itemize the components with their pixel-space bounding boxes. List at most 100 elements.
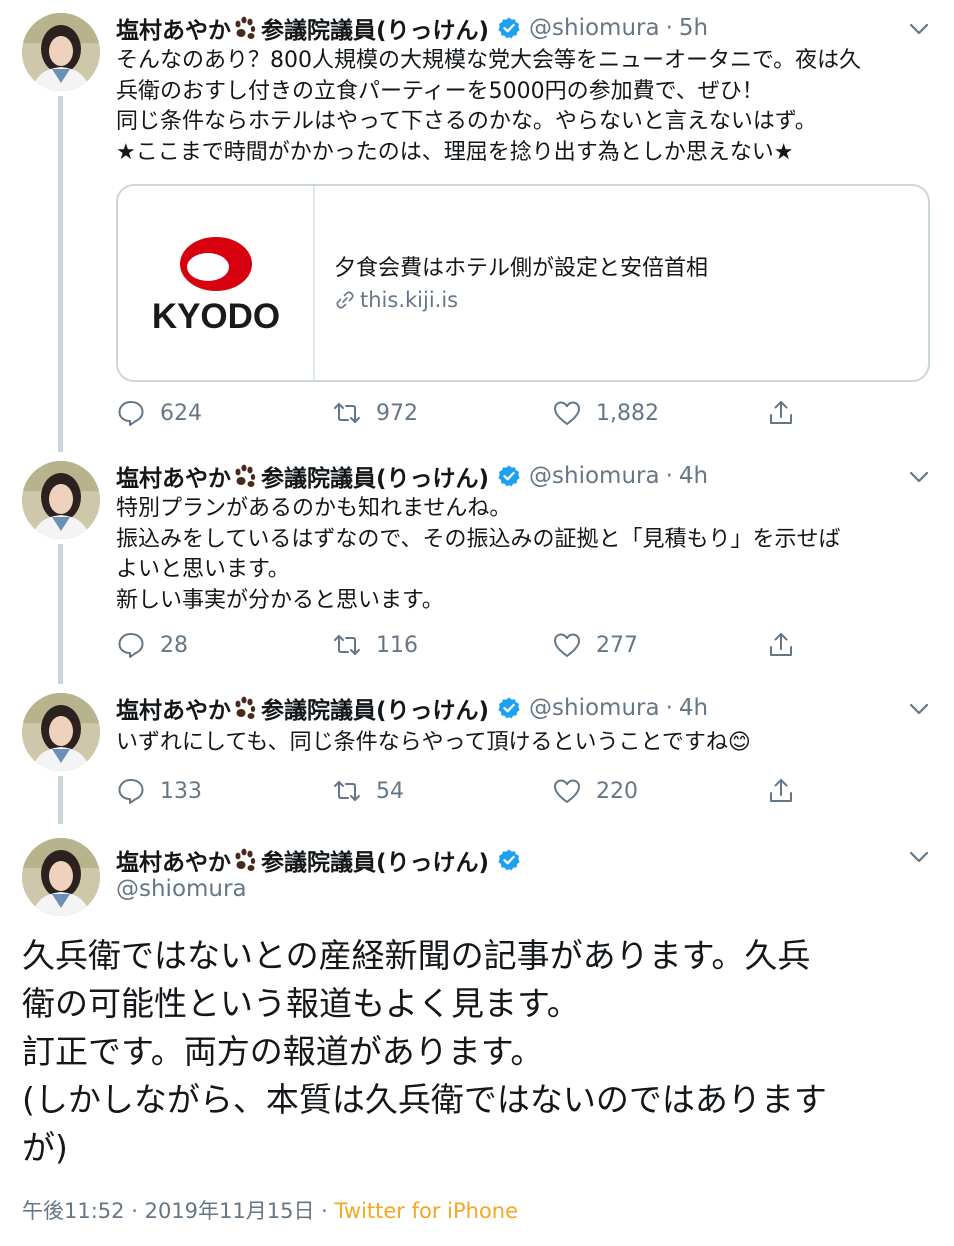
tweet-date[interactable]: 2019年11月15日 bbox=[145, 1199, 315, 1223]
tweet-text-line: 兵衛のおすし付きの立食パーティーを5000円の参加費で、ぜひ！ bbox=[116, 78, 764, 104]
retweet-button[interactable]: 972 bbox=[332, 396, 418, 430]
display-name-suffix[interactable]: 参議院議員(りっけん) bbox=[261, 11, 489, 45]
thread-connector bbox=[58, 776, 63, 824]
reply-count: 28 bbox=[160, 632, 188, 658]
smiling-face-emoji: 😊 bbox=[727, 730, 751, 755]
kyodo-logo-text: KYODO bbox=[152, 297, 280, 336]
card-title[interactable]: 夕食会費はホテル側が設定と安倍首相 bbox=[334, 250, 708, 282]
separator-dot: · bbox=[321, 1199, 328, 1223]
tweet-header: 塩村あやか 参議院議員(りっけん) @shiomura · 4h bbox=[116, 690, 708, 726]
tweet-text-line: 訂正です。両方の報道があります。 bbox=[22, 1032, 544, 1071]
separator-dot: · bbox=[665, 463, 673, 489]
tweet-text-content: いずれにしても、同じ条件ならやって頂けるということですね bbox=[116, 730, 728, 755]
display-name[interactable]: 塩村あやか bbox=[116, 691, 231, 725]
retweet-count: 116 bbox=[376, 632, 418, 658]
display-name[interactable]: 塩村あやか bbox=[116, 459, 231, 493]
display-name[interactable]: 塩村あやか bbox=[116, 843, 231, 877]
chevron-down-icon[interactable] bbox=[906, 844, 932, 870]
share-icon bbox=[766, 398, 796, 428]
card-domain[interactable]: this.kiji.is bbox=[334, 288, 458, 312]
tweet-text-line: 特別プランがあるのかも知れませんね。 bbox=[116, 496, 512, 521]
tweet-text-line: が) bbox=[22, 1128, 68, 1167]
reply-button[interactable]: 28 bbox=[116, 628, 188, 662]
user-handle[interactable]: @shiomura bbox=[529, 15, 660, 41]
tweet-source-link[interactable]: Twitter for iPhone bbox=[335, 1199, 519, 1223]
share-button[interactable] bbox=[766, 774, 796, 808]
retweet-count: 972 bbox=[376, 400, 418, 426]
tweet-text-line: 同じ条件ならホテルはやって下さるのかな。やらないと言えないはず。 bbox=[116, 109, 817, 134]
tweet-text: いずれにしても、同じ条件ならやって頂けるということですね😊 bbox=[116, 728, 926, 759]
retweet-icon bbox=[332, 776, 362, 806]
thread-connector bbox=[58, 96, 63, 452]
paw-icon bbox=[233, 464, 259, 488]
share-button[interactable] bbox=[766, 396, 796, 430]
tweet-text-line: (しかしながら、本質は久兵衛ではないのではあります bbox=[22, 1080, 827, 1119]
user-handle[interactable]: @shiomura bbox=[529, 463, 660, 489]
like-button[interactable]: 1,882 bbox=[552, 396, 659, 430]
paw-icon bbox=[233, 16, 259, 40]
verified-badge-icon bbox=[497, 848, 521, 872]
avatar[interactable] bbox=[22, 461, 100, 539]
avatar[interactable] bbox=[22, 693, 100, 771]
tweet-header: 塩村あやか 参議院議員(りっけん) @shiomura · 4h bbox=[116, 458, 708, 494]
reply-icon bbox=[116, 398, 146, 428]
reply-icon bbox=[116, 776, 146, 806]
tweet-actions: 624 972 1,882 bbox=[116, 396, 816, 430]
tweet-text-line: そんなのあり？800人規模の大規模な党大会等をニューオータニで。夜は久 bbox=[116, 48, 862, 73]
separator-dot: · bbox=[665, 695, 673, 721]
tweet-time[interactable]: 4h bbox=[679, 695, 708, 721]
reply-button[interactable]: 133 bbox=[116, 774, 202, 808]
paw-icon bbox=[233, 696, 259, 720]
avatar[interactable] bbox=[22, 13, 100, 91]
share-icon bbox=[766, 630, 796, 660]
retweet-button[interactable]: 116 bbox=[332, 628, 418, 662]
heart-icon bbox=[552, 630, 582, 660]
display-name-suffix[interactable]: 参議院議員(りっけん) bbox=[261, 459, 489, 493]
reply-count: 133 bbox=[160, 778, 202, 804]
share-icon bbox=[766, 776, 796, 806]
link-card[interactable]: KYODO 夕食会費はホテル側が設定と安倍首相 this.kiji.is bbox=[116, 184, 930, 382]
chevron-down-icon[interactable] bbox=[906, 696, 932, 722]
tweet-header: 塩村あやか 参議院議員(りっけん) @shiomura · 5h bbox=[116, 10, 708, 46]
avatar[interactable] bbox=[22, 838, 100, 916]
card-domain-text: this.kiji.is bbox=[360, 288, 459, 312]
tweet-text-line: よいと思います。 bbox=[116, 557, 290, 582]
like-button[interactable]: 220 bbox=[552, 774, 638, 808]
retweet-icon bbox=[332, 398, 362, 428]
display-name-suffix[interactable]: 参議院議員(りっけん) bbox=[261, 691, 489, 725]
share-button[interactable] bbox=[766, 628, 796, 662]
like-count: 220 bbox=[596, 778, 638, 804]
retweet-icon bbox=[332, 630, 362, 660]
tweet-text: 特別プランがあるのかも知れませんね。 振込みをしているはずなので、その振込みの証… bbox=[116, 494, 926, 616]
tweet-text-line: ★ここまで時間がかかったのは、理屈を捻り出す為としか思えない★ bbox=[116, 139, 794, 165]
user-handle[interactable]: @shiomura bbox=[116, 876, 247, 902]
like-button[interactable]: 277 bbox=[552, 628, 638, 662]
reply-button[interactable]: 624 bbox=[116, 396, 202, 430]
verified-badge-icon bbox=[497, 696, 521, 720]
tweet-actions: 28 116 277 bbox=[116, 628, 816, 662]
display-name-suffix[interactable]: 参議院議員(りっけん) bbox=[261, 843, 489, 877]
tweet-time[interactable]: 4h bbox=[679, 463, 708, 489]
thread-connector bbox=[58, 544, 63, 684]
paw-icon bbox=[233, 848, 259, 872]
tweet-header: 塩村あやか 参議院議員(りっけん) bbox=[116, 842, 521, 878]
reply-icon bbox=[116, 630, 146, 660]
tweet-text-line: 久兵衛ではないとの産経新聞の記事があります。久兵 bbox=[22, 936, 811, 975]
chevron-down-icon[interactable] bbox=[906, 16, 932, 42]
tweet-actions: 133 54 220 bbox=[116, 774, 816, 808]
chevron-down-icon[interactable] bbox=[906, 464, 932, 490]
separator-dot: · bbox=[131, 1199, 138, 1223]
verified-badge-icon bbox=[497, 464, 521, 488]
reply-count: 624 bbox=[160, 400, 202, 426]
like-count: 277 bbox=[596, 632, 638, 658]
display-name[interactable]: 塩村あやか bbox=[116, 11, 231, 45]
separator-dot: · bbox=[665, 15, 673, 41]
main-tweet-text: 久兵衛ではないとの産経新聞の記事があります。久兵 衛の可能性という報道もよく見ま… bbox=[22, 932, 932, 1172]
tweet-metadata: 午後11:52 · 2019年11月15日 · Twitter for iPho… bbox=[22, 1195, 518, 1225]
tweet-time[interactable]: 5h bbox=[679, 15, 708, 41]
verified-badge-icon bbox=[497, 16, 521, 40]
link-icon bbox=[336, 291, 354, 309]
retweet-button[interactable]: 54 bbox=[332, 774, 404, 808]
user-handle[interactable]: @shiomura bbox=[529, 695, 660, 721]
tweet-timestamp[interactable]: 午後11:52 bbox=[22, 1199, 125, 1223]
